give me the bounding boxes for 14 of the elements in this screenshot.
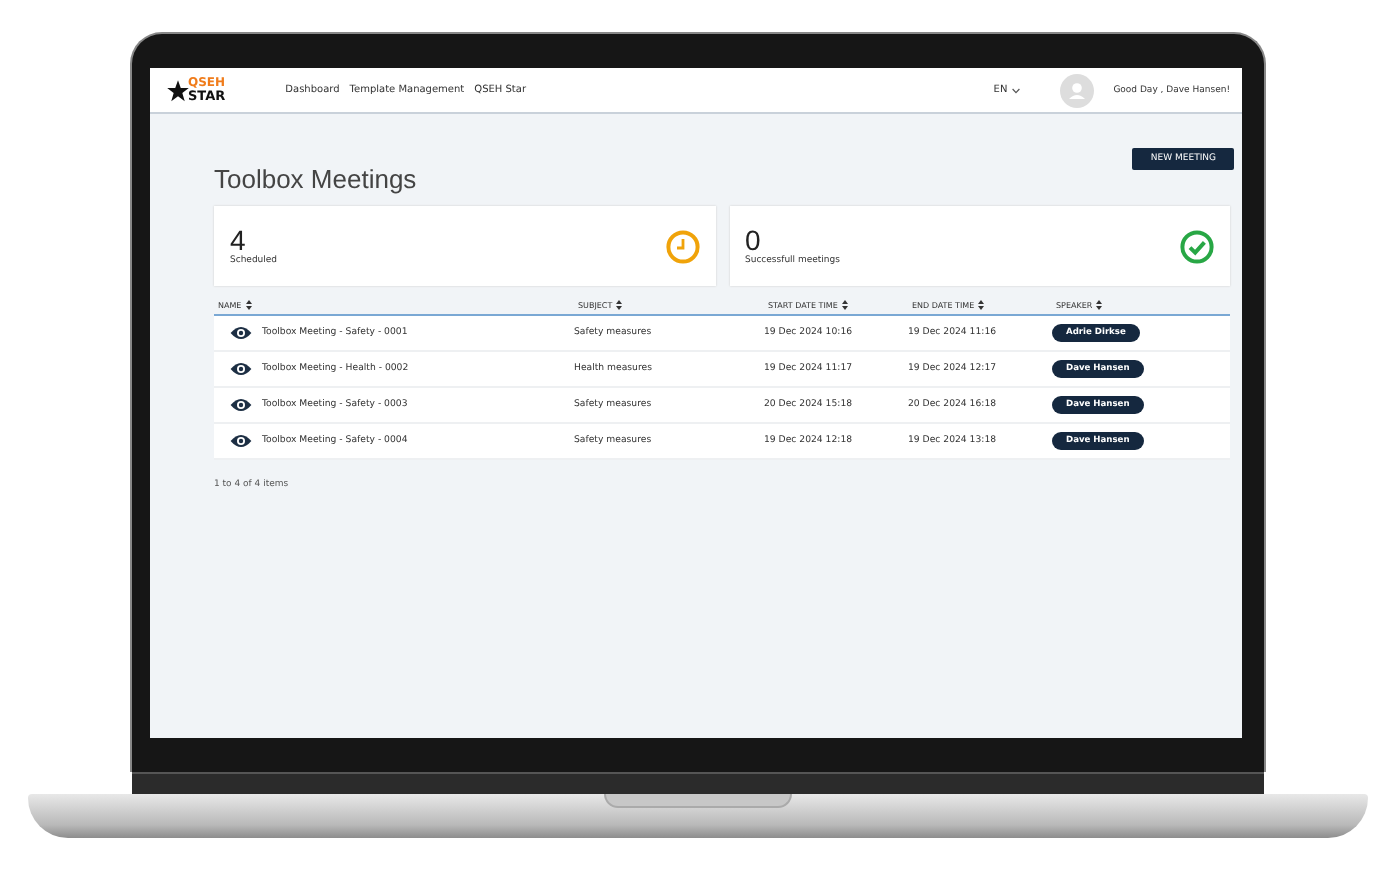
page-title: Toolbox Meetings xyxy=(214,164,417,194)
stat-value: 0 xyxy=(745,226,761,256)
sort-icon xyxy=(245,299,252,309)
eye-icon[interactable] xyxy=(230,398,252,412)
eye-icon[interactable] xyxy=(230,326,252,340)
stat-value: 4 xyxy=(230,226,246,256)
sort-icon xyxy=(616,299,623,309)
sort-icon xyxy=(1096,299,1103,309)
sort-icon xyxy=(841,299,848,309)
eye-icon[interactable] xyxy=(230,362,252,376)
eye-icon[interactable] xyxy=(230,434,252,448)
sort-icon xyxy=(978,299,985,309)
star-icon xyxy=(166,77,190,103)
chevron-down-icon xyxy=(1011,87,1020,93)
